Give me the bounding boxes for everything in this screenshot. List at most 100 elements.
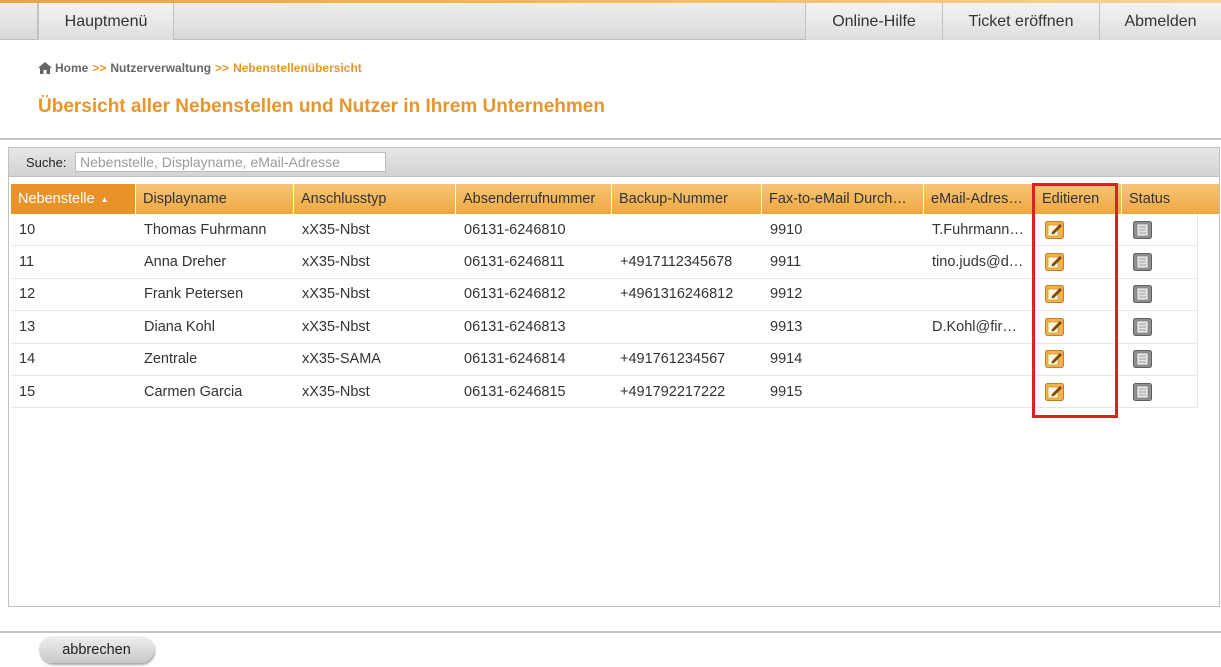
column-label: Absenderrufnummer <box>463 191 596 207</box>
cell-backup-nummer: +491761234567 <box>620 351 726 368</box>
cell-nebenstelle: 15 <box>19 383 36 400</box>
cell-status <box>1122 279 1198 310</box>
cell-fax-to-email: 9914 <box>770 351 803 368</box>
edit-icon[interactable] <box>1045 220 1064 239</box>
table-row[interactable]: 15 Carmen Garcia xX35-Nbst 06131-6246815 +49… <box>11 376 1198 409</box>
table-row[interactable]: 10 Thomas Fuhrmann xX35-Nbst 06131-6246810 9… <box>11 214 1198 247</box>
cell-status <box>1122 246 1198 277</box>
status-icon[interactable] <box>1133 350 1152 369</box>
cell-fax-to-email: 9910 <box>770 221 803 238</box>
cell-email <box>924 376 1035 407</box>
nav-spacer <box>0 3 38 40</box>
cell-absenderrufnummer: 06131-6246811 <box>464 254 565 271</box>
top-nav-bar: Hauptmenü Online-Hilfe Ticket eröffnen A… <box>0 0 1221 40</box>
column-header-fax-to-email[interactable]: Fax-to-eMail Durch… <box>762 184 924 214</box>
status-icon[interactable] <box>1133 382 1152 401</box>
cell-displayname: Frank Petersen <box>144 286 244 303</box>
status-icon[interactable] <box>1133 285 1152 304</box>
column-header-status[interactable]: Status <box>1122 184 1219 214</box>
cell-status <box>1122 214 1198 245</box>
edit-icon[interactable] <box>1045 317 1064 336</box>
main-menu-button[interactable]: Hauptmenü <box>38 3 174 40</box>
cell-nebenstelle: 13 <box>19 318 36 335</box>
cell-backup-nummer: +4961316246812 <box>620 286 734 303</box>
cell-anschlusstyp: xX35-Nbst <box>302 254 370 271</box>
cell-anschlusstyp: xX35-Nbst <box>302 318 370 335</box>
home-icon <box>38 62 52 74</box>
cell-backup-nummer <box>612 214 762 245</box>
edit-icon[interactable] <box>1045 382 1064 401</box>
cell-editieren <box>1035 311 1122 342</box>
cell-backup-nummer: +491792217222 <box>620 383 726 400</box>
status-icon[interactable] <box>1133 220 1152 239</box>
breadcrumb-home[interactable]: Home <box>38 61 88 75</box>
cell-nebenstelle: 10 <box>19 221 36 238</box>
search-label: Suche: <box>26 155 67 170</box>
search-input[interactable] <box>75 152 386 172</box>
cell-email <box>924 344 1035 375</box>
edit-icon[interactable] <box>1045 253 1064 272</box>
cell-fax-to-email: 9913 <box>770 318 803 335</box>
cell-editieren <box>1035 279 1122 310</box>
column-header-absenderrufnummer[interactable]: Absenderrufnummer <box>456 184 612 214</box>
cell-editieren <box>1035 376 1122 407</box>
column-label: Backup-Nummer <box>619 191 728 207</box>
cancel-button[interactable]: abbrechen <box>39 636 154 663</box>
extensions-panel: Suche: Nebenstelle ▲ Displayname Anschlu… <box>8 147 1220 607</box>
column-label: Displayname <box>143 191 227 207</box>
column-header-email[interactable]: eMail-Adres… <box>924 184 1035 214</box>
cell-nebenstelle: 11 <box>19 254 35 271</box>
breadcrumb-section[interactable]: Nutzerverwaltung <box>110 61 211 75</box>
logout-button[interactable]: Abmelden <box>1099 3 1221 40</box>
open-ticket-button[interactable]: Ticket eröffnen <box>942 3 1100 40</box>
breadcrumb-current: Nebenstellenübersicht <box>233 61 362 75</box>
table-row[interactable]: 11 Anna Dreher xX35-Nbst 06131-6246811 +4917… <box>11 246 1198 279</box>
cell-backup-nummer <box>612 311 762 342</box>
cell-editieren <box>1035 214 1122 245</box>
cell-absenderrufnummer: 06131-6246814 <box>464 351 566 368</box>
cell-email: tino.juds@d… <box>932 254 1024 271</box>
cell-fax-to-email: 9915 <box>770 383 803 400</box>
cell-absenderrufnummer: 06131-6246813 <box>464 318 566 335</box>
online-help-button[interactable]: Online-Hilfe <box>805 3 943 40</box>
cell-fax-to-email: 9912 <box>770 286 803 303</box>
column-label: Editieren <box>1042 191 1100 207</box>
cell-absenderrufnummer: 06131-6246812 <box>464 286 566 303</box>
column-header-editieren[interactable]: Editieren <box>1035 184 1122 214</box>
cell-status <box>1122 344 1198 375</box>
cell-fax-to-email: 9911 <box>770 254 802 271</box>
edit-icon[interactable] <box>1045 285 1064 304</box>
divider <box>0 138 1221 140</box>
cell-anschlusstyp: xX35-SAMA <box>302 351 381 368</box>
breadcrumb-home-label: Home <box>55 61 89 75</box>
column-label: Nebenstelle <box>18 191 95 207</box>
column-header-nebenstelle[interactable]: Nebenstelle ▲ <box>11 184 136 214</box>
cell-displayname: Anna Dreher <box>144 254 227 271</box>
cell-nebenstelle: 12 <box>19 286 36 303</box>
column-header-anschlusstyp[interactable]: Anschlusstyp <box>294 184 456 214</box>
column-header-backup-nummer[interactable]: Backup-Nummer <box>612 184 762 214</box>
cell-status <box>1122 311 1198 342</box>
status-icon[interactable] <box>1133 253 1152 272</box>
column-header-displayname[interactable]: Displayname <box>136 184 294 214</box>
cell-nebenstelle: 14 <box>19 351 36 368</box>
table-row[interactable]: 12 Frank Petersen xX35-Nbst 06131-6246812 +4… <box>11 278 1198 312</box>
cell-absenderrufnummer: 06131-6246815 <box>464 383 566 400</box>
column-label: Anschlusstyp <box>301 191 387 207</box>
status-icon[interactable] <box>1133 317 1152 336</box>
column-label: Fax-to-eMail Durch… <box>769 191 907 207</box>
table-row[interactable]: 13 Diana Kohl xX35-Nbst 06131-6246813 9913 D.… <box>11 311 1198 344</box>
table-row[interactable]: 14 Zentrale xX35-SAMA 06131-6246814 +4917612… <box>11 343 1198 376</box>
cell-editieren <box>1035 246 1122 277</box>
cell-anschlusstyp: xX35-Nbst <box>302 286 370 303</box>
cell-displayname: Zentrale <box>144 351 198 368</box>
divider <box>0 631 1221 633</box>
column-label: Status <box>1129 191 1171 207</box>
cell-email <box>924 279 1035 310</box>
cell-anschlusstyp: xX35-Nbst <box>302 221 370 238</box>
cell-absenderrufnummer: 06131-6246810 <box>464 221 566 238</box>
breadcrumb: Home >> Nutzerverwaltung >> Nebenstellen… <box>38 61 362 75</box>
search-bar: Suche: <box>9 148 1219 177</box>
cell-displayname: Thomas Fuhrmann <box>144 221 267 238</box>
edit-icon[interactable] <box>1045 350 1064 369</box>
